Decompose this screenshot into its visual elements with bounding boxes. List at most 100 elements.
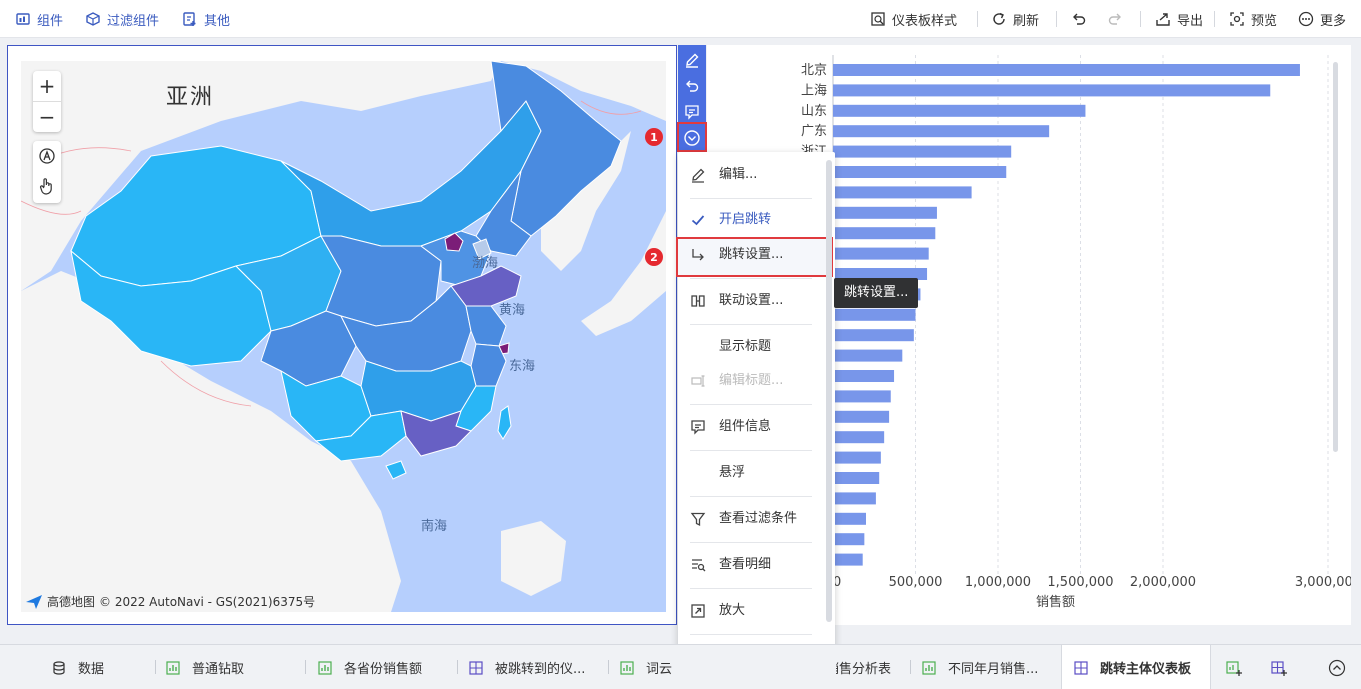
tab-normal-drill-label: 普通钻取	[192, 662, 245, 677]
undo-icon	[686, 80, 699, 92]
toolbar-preview-button[interactable]: 预览	[1229, 9, 1277, 29]
hand-icon	[39, 178, 52, 195]
toolbar-filter-component-label: 过滤组件	[107, 13, 160, 29]
step-badge-2: 2	[645, 248, 663, 266]
tab-bar-collapse-button[interactable]	[1328, 645, 1348, 689]
menu-divider	[690, 278, 812, 279]
menu-item-label: 编辑...	[719, 167, 758, 182]
chart-category-label: 上海	[801, 83, 827, 98]
chart-scrollbar[interactable]	[1333, 62, 1338, 452]
toolbar-export-label: 导出	[1177, 13, 1204, 29]
tab-divider	[457, 660, 458, 674]
zoom-icon	[691, 604, 705, 618]
chart-bar	[833, 186, 972, 199]
chart-icon	[620, 660, 634, 675]
menu-item-10[interactable]: 放大	[678, 594, 835, 628]
menu-item-3[interactable]: 联动设置...	[678, 284, 835, 318]
map-pan-button[interactable]	[33, 171, 61, 201]
toolbar-more-button[interactable]: 更多	[1298, 9, 1346, 29]
menu-item-label: 编辑标题...	[719, 373, 784, 388]
menu-item-1[interactable]: 开启跳转	[678, 203, 835, 237]
toolbar-undo-button[interactable]	[1071, 9, 1093, 29]
toolbar-filter-component-button[interactable]: 过滤组件	[85, 9, 159, 29]
map-label-south-sea: 南海	[421, 519, 448, 534]
chart-icon	[166, 660, 180, 675]
toolbar-more-label: 更多	[1320, 13, 1347, 29]
tab-monthly-sales[interactable]: 不同年月销售...	[922, 645, 1054, 689]
land-borneo	[501, 521, 566, 596]
tab-province-sales[interactable]: 各省份销售额	[318, 645, 454, 689]
edit-title-icon	[691, 375, 705, 387]
menu-scrollbar[interactable]	[826, 160, 832, 622]
menu-item-8[interactable]: 查看过滤条件	[678, 502, 835, 536]
add-dashboard-tab-button[interactable]	[1270, 645, 1290, 689]
toolbar-component-button[interactable]: 组件	[15, 9, 63, 29]
toolbar-export-button[interactable]: 导出	[1155, 9, 1203, 29]
tab-jump-target-dashboard[interactable]: 被跳转到的仪...	[469, 645, 605, 689]
toolbar-other-button[interactable]: 其他	[182, 9, 230, 29]
map-zoom-control: + −	[33, 71, 61, 132]
map-tool-control	[33, 141, 61, 203]
chart-bar	[833, 329, 914, 342]
tab-data[interactable]: 数据	[52, 645, 152, 689]
link-icon	[691, 295, 705, 307]
tab-normal-drill[interactable]: 普通钻取	[166, 645, 302, 689]
zoom-in-button[interactable]: +	[33, 71, 61, 101]
chart-bar	[833, 431, 885, 444]
tab-wordcloud[interactable]: 词云	[620, 645, 678, 689]
toolbar-dashboard-style-button[interactable]: 仪表板样式	[870, 9, 957, 29]
map-canvas	[21, 61, 666, 612]
menu-item-label: 放大	[719, 603, 746, 618]
menu-item-6[interactable]: 组件信息	[678, 410, 835, 444]
map-rotate-button[interactable]	[33, 141, 61, 171]
highlight-more-button	[677, 122, 707, 152]
add-chart-tab-button[interactable]	[1225, 645, 1245, 689]
toolbar-refresh-label: 刷新	[1013, 13, 1040, 29]
chart-tick-label: 500,000	[889, 575, 943, 590]
component-icon	[16, 13, 30, 25]
chevron-up-circle-icon	[1328, 659, 1346, 676]
menu-item-0[interactable]: 编辑...	[678, 158, 835, 192]
region-hainan	[385, 460, 407, 480]
detail-icon	[692, 559, 706, 572]
toolbar-component-label: 组件	[37, 13, 64, 29]
menu-item-label: 开启跳转	[719, 212, 772, 227]
tab-divider	[305, 660, 306, 674]
tab-sales-analysis[interactable]: 销售分析表	[836, 645, 908, 689]
menu-divider	[690, 542, 812, 543]
edit-icon	[692, 168, 705, 183]
menu-item-7[interactable]: 悬浮	[678, 456, 835, 490]
menu-divider	[690, 634, 812, 635]
tab-monthly-sales-label: 不同年月销售...	[948, 662, 1039, 677]
menu-item-label: 联动设置...	[719, 293, 784, 308]
chart-bar	[833, 145, 1012, 158]
menu-item-9[interactable]: 查看明细	[678, 548, 835, 582]
jump-settings-tooltip: 跳转设置...	[834, 278, 919, 308]
menu-item-4[interactable]: 显示标题	[678, 330, 835, 364]
land-japan	[581, 211, 666, 336]
map-component[interactable]: 亚洲 渤海 黄海 东海 南海 + − 高德地图 © 2022 AutoNavi …	[7, 45, 677, 625]
info-icon	[691, 420, 705, 435]
chart-tick-label: 3,000,000	[1295, 575, 1351, 590]
action-edit-button[interactable]	[678, 47, 706, 73]
tab-jump-main-dashboard[interactable]: 跳转主体仪表板	[1061, 645, 1211, 689]
chart-bar	[833, 472, 880, 484]
other-icon	[183, 12, 196, 26]
bottom-tab-bar: 数据 普通钻取 各省份销售额 被跳转到的仪... 词云 销售分析表 不同年月销售…	[0, 644, 1361, 689]
chart-bar	[833, 553, 863, 566]
toolbar-refresh-button[interactable]: 刷新	[991, 9, 1039, 29]
zoom-out-button[interactable]: −	[33, 102, 61, 132]
menu-divider	[690, 404, 812, 405]
menu-item-5: 编辑标题...	[678, 364, 835, 398]
toolbar-redo-button[interactable]	[1107, 9, 1129, 29]
map-view[interactable]: 亚洲 渤海 黄海 东海 南海 + − 高德地图 © 2022 AutoNavi …	[21, 61, 666, 612]
jump-arrow-icon	[692, 249, 704, 261]
action-undo-button[interactable]	[678, 73, 706, 99]
menu-item-label: 组件信息	[719, 419, 772, 434]
chart-tick-label: 1,500,000	[1047, 575, 1113, 590]
map-attribution-brand: 高德地图	[47, 595, 96, 609]
top-toolbar: 组件 过滤组件 其他 仪表板样式 刷新 导出 预览 更多	[0, 0, 1361, 38]
chart-icon	[318, 660, 332, 675]
menu-item-2[interactable]: 跳转设置...	[678, 238, 835, 272]
chart-bar	[833, 533, 865, 546]
